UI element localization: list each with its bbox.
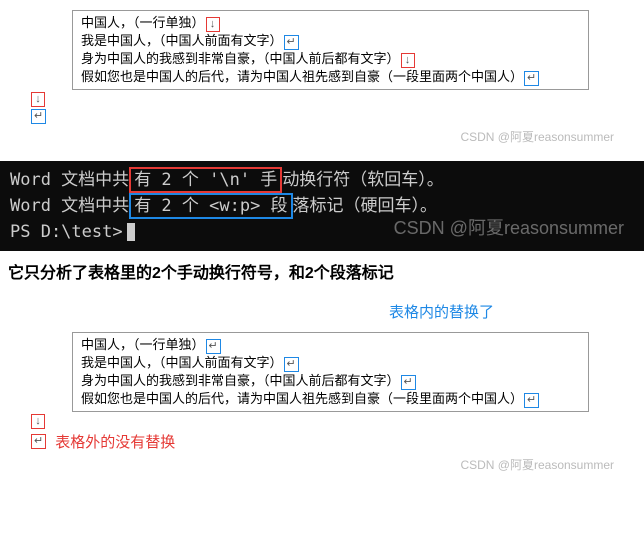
line-text: 假如您也是中国人的后代，请为中国人祖先感到自豪（一段里面两个中国人） (81, 68, 523, 86)
terminal-line: PS D:\test> (10, 219, 634, 245)
highlight-blue: 有 2 个 <w:p> 段 (129, 193, 292, 219)
line-text: 身为中国人的我感到非常自豪，（中国人前后都有文字） (81, 50, 400, 68)
terminal-prompt: PS D:\test> (10, 222, 123, 242)
terminal-output: Word 文档中共有 2 个 '\n' 手动换行符（软回车）。 Word 文档中… (0, 161, 644, 251)
return-icon: ↵ (206, 339, 221, 354)
return-icon: ↵ (284, 357, 299, 372)
table-row: 中国人，（一行单独） ↵ (81, 336, 580, 354)
return-icon: ↵ (31, 434, 46, 449)
return-icon: ↵ (524, 71, 539, 86)
down-arrow-icon: ↓ (206, 17, 220, 32)
label-inside-replaced: 表格内的替换了 (0, 301, 644, 322)
line-text: 我是中国人，（中国人前面有文字） (81, 32, 283, 50)
cursor-icon (127, 223, 135, 241)
down-arrow-icon: ↓ (401, 53, 415, 68)
line-text: 假如您也是中国人的后代，请为中国人祖先感到自豪（一段里面两个中国人） (81, 390, 523, 408)
return-icon: ↵ (524, 393, 539, 408)
return-icon: ↵ (31, 109, 46, 124)
watermark: CSDN @阿夏reasonsummer (0, 124, 644, 153)
terminal-text: 动换行符（软回车）。 (282, 170, 444, 190)
terminal-line: Word 文档中共有 2 个 '\n' 手动换行符（软回车）。 (10, 167, 634, 193)
doc-section-1: 中国人，（一行单独） ↓ 我是中国人，（中国人前面有文字） ↵ 身为中国人的我感… (0, 10, 644, 153)
terminal-text: 落标记（硬回车）。 (293, 196, 438, 216)
terminal-line: Word 文档中共有 2 个 <w:p> 段落标记（硬回车）。 (10, 193, 634, 219)
terminal-text: Word 文档中共 (10, 170, 129, 190)
table-row: 中国人，（一行单独） ↓ (81, 14, 580, 32)
line-text: 我是中国人，（中国人前面有文字） (81, 354, 283, 372)
label-outside-not-replaced: 表格外的没有替换 (55, 431, 175, 452)
table-row: 我是中国人，（中国人前面有文字） ↵ (81, 32, 580, 50)
return-icon: ↵ (401, 375, 416, 390)
line-text: 身为中国人的我感到非常自豪，（中国人前后都有文字） (81, 372, 400, 390)
word-table-1: 中国人，（一行单独） ↓ 我是中国人，（中国人前面有文字） ↵ 身为中国人的我感… (72, 10, 589, 90)
table-row: 我是中国人，（中国人前面有文字） ↵ (81, 354, 580, 372)
table-row: 假如您也是中国人的后代，请为中国人祖先感到自豪（一段里面两个中国人） ↵ (81, 68, 580, 86)
return-icon: ↵ (284, 35, 299, 50)
terminal-text: Word 文档中共 (10, 196, 129, 216)
outside-marks-1: ↓ ↵ (30, 92, 644, 124)
down-arrow-icon: ↓ (31, 92, 45, 107)
outside-marks-2: ↓ ↵ 表格外的没有替换 (30, 414, 644, 452)
doc-section-2: 中国人，（一行单独） ↵ 我是中国人，（中国人前面有文字） ↵ 身为中国人的我感… (0, 332, 644, 481)
watermark: CSDN @阿夏reasonsummer (0, 452, 644, 481)
down-arrow-icon: ↓ (31, 414, 45, 429)
table-row: 身为中国人的我感到非常自豪，（中国人前后都有文字） ↓ (81, 50, 580, 68)
word-table-2: 中国人，（一行单独） ↵ 我是中国人，（中国人前面有文字） ↵ 身为中国人的我感… (72, 332, 589, 412)
table-row: 身为中国人的我感到非常自豪，（中国人前后都有文字） ↵ (81, 372, 580, 390)
line-text: 中国人，（一行单独） (81, 14, 205, 32)
line-text: 中国人，（一行单独） (81, 336, 205, 354)
highlight-red: 有 2 个 '\n' 手 (129, 167, 282, 193)
analysis-note: 它只分析了表格里的2个手动换行符号，和2个段落标记 (0, 251, 644, 291)
table-row: 假如您也是中国人的后代，请为中国人祖先感到自豪（一段里面两个中国人） ↵ (81, 390, 580, 408)
